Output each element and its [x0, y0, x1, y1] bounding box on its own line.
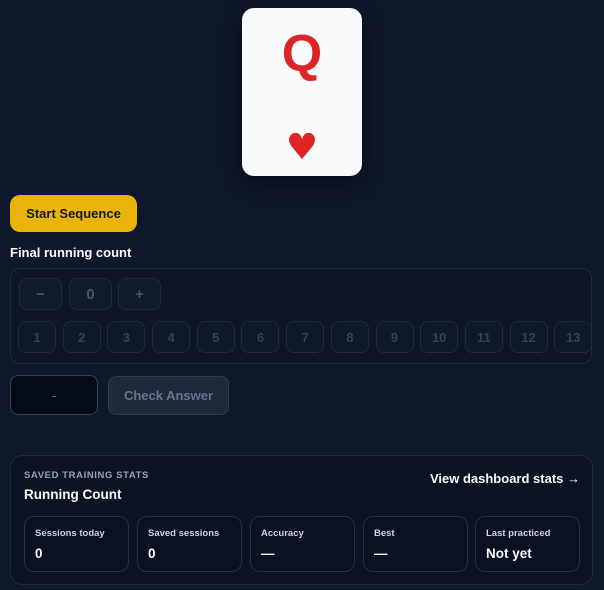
final-running-count-label: Final running count — [10, 245, 132, 260]
number-button[interactable]: 7 — [286, 321, 325, 353]
stat-label: Saved sessions — [148, 528, 220, 539]
stat-label: Last practiced — [486, 528, 551, 539]
card-rank: Q — [281, 25, 323, 83]
heart-suit-icon: ♥ — [285, 127, 319, 168]
number-button[interactable]: 11 — [464, 321, 503, 353]
number-quick-select-row: 1 2 3 4 5 6 7 8 9 10 11 12 13 — [18, 321, 591, 353]
stat-value: 0 — [148, 546, 156, 561]
saved-stats-panel: SAVED TRAINING STATS Running Count View … — [10, 455, 593, 585]
increment-button[interactable]: + — [118, 278, 161, 310]
number-button[interactable]: 10 — [420, 321, 459, 353]
number-button[interactable]: 12 — [509, 321, 548, 353]
stat-value: — — [261, 546, 275, 561]
number-button[interactable]: 1 — [18, 321, 56, 353]
count-value-display: 0 — [69, 278, 112, 310]
check-answer-button[interactable]: Check Answer — [108, 376, 229, 415]
stat-value: Not yet — [486, 546, 532, 561]
stat-label: Best — [374, 528, 395, 539]
stat-value: 0 — [35, 546, 43, 561]
number-button[interactable]: 5 — [196, 321, 235, 353]
stat-accuracy: Accuracy — — [250, 516, 355, 572]
number-button[interactable]: 9 — [375, 321, 414, 353]
stat-sessions-today: Sessions today 0 — [24, 516, 129, 572]
stat-last-practiced: Last practiced Not yet — [475, 516, 580, 572]
stat-value: — — [374, 546, 388, 561]
playing-card: Q ♥ — [242, 8, 362, 176]
stat-label: Sessions today — [35, 528, 105, 539]
count-selector-panel: − 0 + 1 2 3 4 5 6 7 8 9 10 11 12 13 — [10, 268, 592, 364]
answer-input[interactable] — [10, 375, 98, 415]
stat-saved-sessions: Saved sessions 0 — [137, 516, 242, 572]
number-button[interactable]: 6 — [241, 321, 280, 353]
stats-kicker: SAVED TRAINING STATS — [24, 470, 149, 481]
stats-title: Running Count — [24, 487, 122, 502]
number-button[interactable]: 4 — [152, 321, 191, 353]
number-button[interactable]: 3 — [107, 321, 146, 353]
start-sequence-button[interactable]: Start Sequence — [10, 195, 137, 232]
decrement-button[interactable]: − — [19, 278, 62, 310]
number-button[interactable]: 13 — [554, 321, 591, 353]
view-dashboard-stats-link[interactable]: View dashboard stats → — [430, 471, 580, 486]
stat-best: Best — — [363, 516, 468, 572]
number-button[interactable]: 2 — [62, 321, 101, 353]
stat-label: Accuracy — [261, 528, 304, 539]
number-button[interactable]: 8 — [330, 321, 369, 353]
